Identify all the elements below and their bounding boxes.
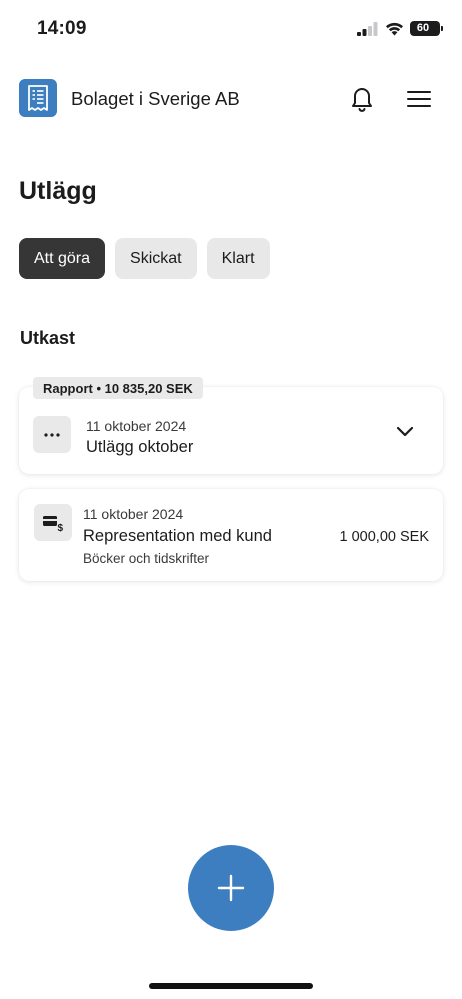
svg-text:$: $	[58, 523, 64, 532]
hamburger-menu-icon[interactable]	[404, 86, 434, 112]
more-dots-icon[interactable]	[33, 416, 71, 453]
expense-card[interactable]: $ 11 oktober 2024 Representation med kun…	[19, 489, 443, 581]
card-payment-icon: $	[34, 504, 72, 541]
app-header: Bolaget i Sverige AB	[0, 78, 462, 118]
bell-icon[interactable]	[347, 83, 377, 113]
page-title: Utlägg	[19, 177, 97, 205]
expense-category: Böcker och tidskrifter	[83, 551, 210, 566]
report-date: 11 oktober 2024	[86, 418, 187, 434]
section-title-drafts: Utkast	[20, 328, 76, 348]
wifi-icon	[386, 22, 403, 36]
receipt-icon[interactable]	[19, 79, 57, 117]
expense-amount: 1 000,00 SEK	[339, 529, 430, 545]
tab-skickat[interactable]: Skickat	[115, 238, 197, 279]
battery-icon: 60	[410, 21, 443, 36]
home-indicator[interactable]	[149, 983, 313, 989]
battery-level: 60	[416, 22, 430, 34]
report-total-badge: Rapport • 10 835,20 SEK	[33, 377, 203, 399]
cellular-signal-icon	[357, 22, 378, 36]
tab-att-gora[interactable]: Att göra	[19, 238, 106, 279]
chevron-down-icon[interactable]	[393, 419, 417, 443]
add-expense-button[interactable]	[188, 845, 274, 931]
expense-title: Representation med kund	[83, 527, 272, 545]
plus-icon	[217, 874, 245, 902]
expense-date: 11 oktober 2024	[83, 506, 184, 522]
status-time: 14:09	[37, 18, 87, 39]
report-title: Utlägg oktober	[86, 438, 194, 456]
filter-tabs: Att göra Skickat Klart	[19, 238, 270, 279]
status-bar: 14:09 60	[0, 0, 462, 58]
company-name[interactable]: Bolaget i Sverige AB	[71, 88, 240, 110]
report-card[interactable]: 11 oktober 2024 Utlägg oktober	[19, 387, 443, 474]
tab-klart[interactable]: Klart	[206, 238, 270, 279]
